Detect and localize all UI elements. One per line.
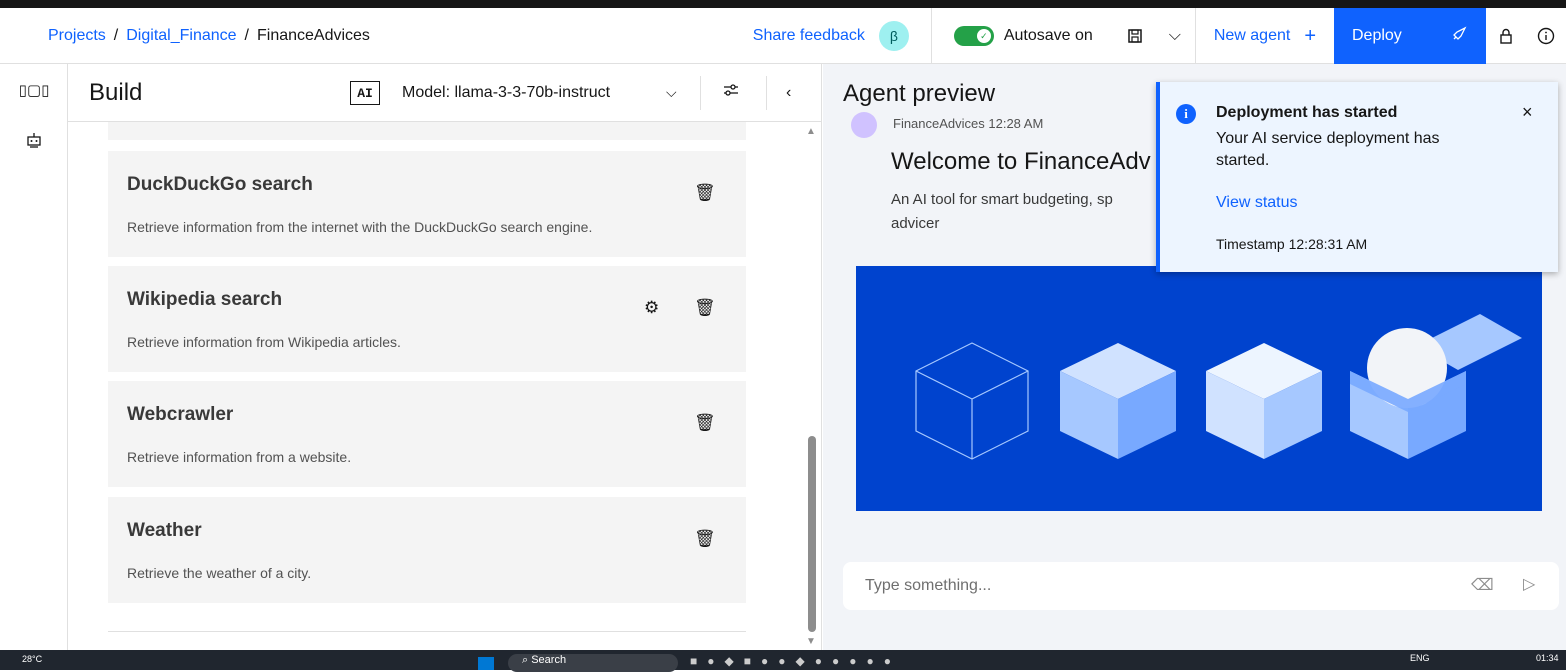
toggle-switch[interactable]: ✓: [953, 26, 994, 46]
beta-badge[interactable]: β: [878, 21, 909, 51]
plus-icon: +: [1304, 24, 1316, 47]
tool-name: Weather: [127, 520, 202, 541]
deploy-button[interactable]: Deploy: [1334, 8, 1486, 64]
autosave-toggle[interactable]: ✓ Autosave on: [932, 26, 1115, 46]
welcome-description: An AI tool for smart budgeting, sp advic…: [891, 191, 1113, 232]
taskbar-apps[interactable]: ■●◆■●●◆●●●●●: [690, 654, 901, 668]
build-title: Build: [89, 78, 143, 106]
eraser-icon[interactable]: ⌫: [1471, 575, 1494, 595]
taskbar-search-label: Search: [531, 654, 567, 666]
tool-card[interactable]: Weather Retrieve the weather of a city. …: [108, 497, 746, 603]
rocket-icon: [1450, 25, 1468, 48]
cubes-illustration: [856, 266, 1542, 511]
tool-name: DuckDuckGo search: [127, 174, 313, 195]
breadcrumb-separator: /: [113, 27, 119, 44]
tool-description: Retrieve the weather of a city.: [127, 565, 312, 581]
app-header: Projects / Digital_Finance / FinanceAdvi…: [0, 8, 1566, 64]
trash-icon[interactable]: 🗑︎: [694, 529, 716, 549]
divider: [108, 631, 746, 632]
send-icon[interactable]: ▷: [1523, 574, 1535, 594]
search-icon: ⌕: [522, 654, 532, 666]
top-strip: [0, 0, 1566, 8]
gear-icon[interactable]: ⚙: [644, 298, 659, 318]
close-icon[interactable]: ×: [1522, 102, 1533, 123]
tools-list: DuckDuckGo search Retrieve information f…: [108, 122, 746, 650]
header-actions: Share feedback β ✓ Autosave on ⌵ New age…: [753, 8, 1566, 64]
sidebar-item-build[interactable]: ▯▢▯: [0, 64, 68, 116]
model-selector[interactable]: Model: llama-3-3-70b-instruct: [402, 84, 610, 102]
chat-input[interactable]: [843, 562, 1443, 610]
tool-card-partial: [108, 122, 746, 140]
deployment-notification: i Deployment has started Your AI service…: [1156, 82, 1558, 272]
build-header: Build AI Model: llama-3-3-70b-instruct ⌵…: [68, 64, 821, 122]
toast-timestamp: Timestamp 12:28:31 AM: [1216, 236, 1368, 252]
sidebar-item-agent[interactable]: [0, 116, 68, 168]
panel-icon: ▯▢▯: [18, 82, 50, 99]
divider: [766, 76, 767, 110]
chevron-down-icon[interactable]: ⌵: [666, 84, 677, 101]
share-feedback-link[interactable]: Share feedback: [753, 27, 879, 45]
trash-icon[interactable]: 🗑︎: [694, 298, 716, 318]
trash-icon[interactable]: 🗑︎: [694, 413, 716, 433]
breadcrumb-digital-finance[interactable]: Digital_Finance: [126, 27, 236, 45]
breadcrumb-projects[interactable]: Projects: [48, 27, 106, 45]
chevron-left-icon[interactable]: ‹: [786, 84, 791, 102]
toast-subtitle: Your AI service deployment has started.: [1216, 130, 1440, 169]
build-panel: Build AI Model: llama-3-3-70b-instruct ⌵…: [68, 64, 822, 650]
new-agent-label: New agent: [1213, 27, 1291, 44]
scrollbar-thumb[interactable]: [808, 436, 816, 632]
tool-description: Retrieve information from Wikipedia arti…: [127, 334, 401, 350]
toast-title: Deployment has started: [1216, 104, 1398, 121]
message-meta: FinanceAdvices 12:28 AM: [893, 116, 1044, 131]
clock[interactable]: 01:34: [1536, 653, 1559, 663]
divider: [700, 76, 701, 110]
info-icon: i: [1176, 104, 1196, 124]
scroll-down-icon[interactable]: ▼: [806, 636, 816, 647]
avatar: [851, 112, 877, 138]
new-agent-button[interactable]: New agent +: [1194, 8, 1334, 64]
tool-description: Retrieve information from the internet w…: [127, 219, 593, 235]
welcome-heading: Welcome to FinanceAdv: [891, 148, 1151, 175]
scroll-up-icon[interactable]: ▲: [806, 126, 816, 137]
save-icon[interactable]: [1115, 8, 1155, 64]
windows-start-icon[interactable]: [478, 657, 494, 670]
view-status-link[interactable]: View status: [1216, 194, 1298, 212]
ai-badge: AI: [350, 81, 380, 105]
tool-name: Wikipedia search: [127, 289, 283, 310]
robot-icon: [25, 131, 43, 153]
trash-icon[interactable]: 🗑︎: [694, 183, 716, 203]
weather-widget[interactable]: 28°C: [22, 654, 42, 664]
left-sidebar: ▯▢▯: [0, 64, 68, 650]
lock-icon[interactable]: [1486, 8, 1526, 64]
scrollbar[interactable]: ▲ ▼: [806, 126, 820, 648]
tool-card[interactable]: DuckDuckGo search Retrieve information f…: [108, 151, 746, 257]
deploy-label: Deploy: [1352, 27, 1402, 44]
taskbar-search[interactable]: ⌕ Search: [508, 654, 678, 672]
os-taskbar: 28°C ⌕ Search ■●◆■●●◆●●●●● ENG 01:34: [0, 650, 1566, 672]
tool-description: Retrieve information from a website.: [127, 449, 352, 465]
chat-input-box[interactable]: ⌫ ▷: [843, 562, 1559, 610]
autosave-label: Autosave on: [1003, 27, 1093, 44]
tool-name: Webcrawler: [127, 404, 234, 425]
breadcrumb-separator: /: [244, 27, 249, 44]
check-icon: ✓: [976, 29, 991, 43]
breadcrumb-current: FinanceAdvices: [256, 27, 370, 44]
tool-card[interactable]: Webcrawler Retrieve information from a w…: [108, 381, 746, 487]
language-indicator[interactable]: ENG: [1410, 653, 1430, 663]
chevron-down-icon[interactable]: ⌵: [1155, 8, 1195, 64]
tool-card[interactable]: Wikipedia search Retrieve information fr…: [108, 266, 746, 372]
preview-title: Agent preview: [843, 80, 996, 107]
breadcrumb: Projects / Digital_Finance / FinanceAdvi…: [48, 8, 370, 64]
settings-adjust-icon[interactable]: [722, 81, 740, 104]
info-icon[interactable]: [1526, 8, 1566, 64]
